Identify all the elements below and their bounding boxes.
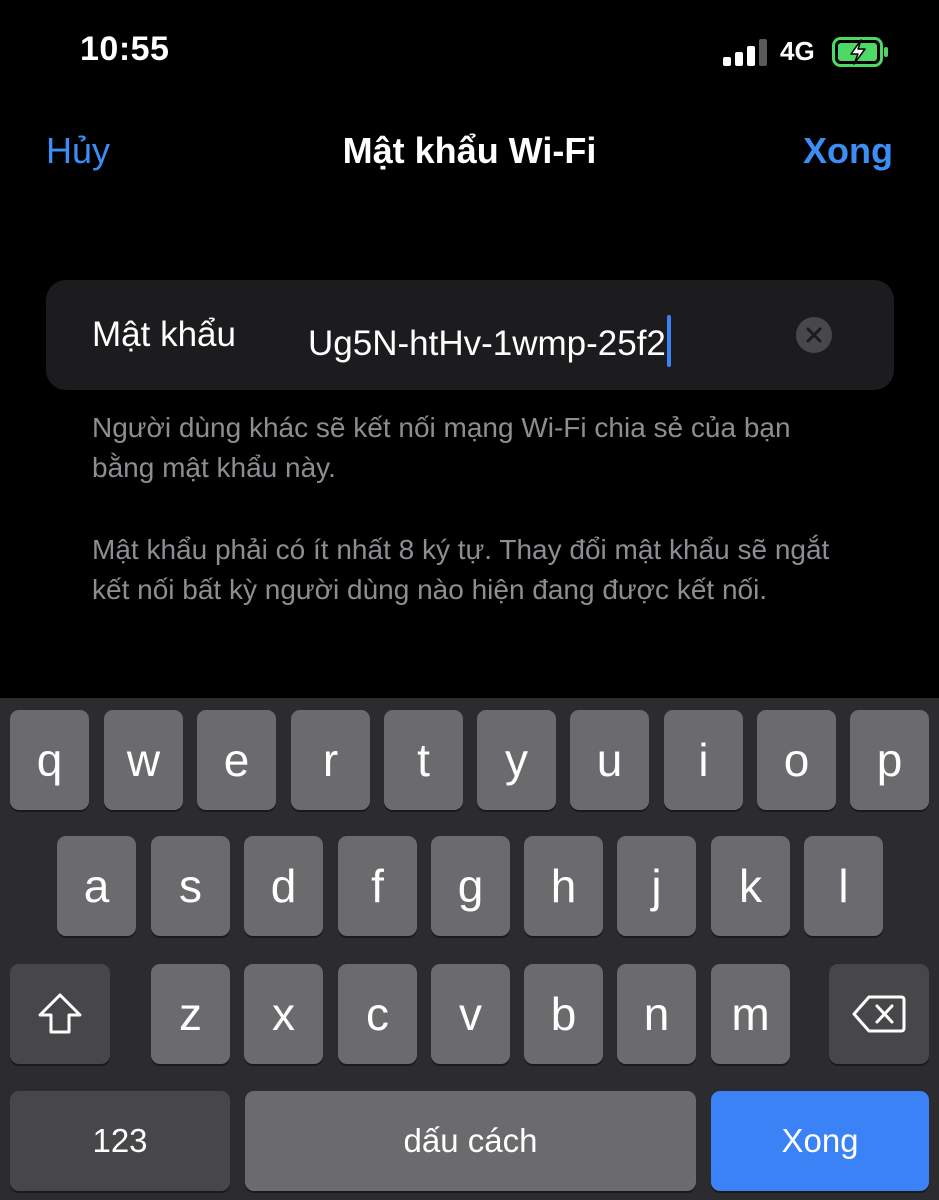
password-field-card: Mật khẩu Ug5N-htHv-1wmp-25f2 — [46, 280, 894, 390]
key-z[interactable]: z — [151, 964, 230, 1064]
done-button[interactable]: Xong — [803, 130, 893, 172]
key-d[interactable]: d — [244, 836, 323, 936]
key-w[interactable]: w — [104, 710, 183, 810]
network-type: 4G — [780, 36, 815, 66]
key-g[interactable]: g — [431, 836, 510, 936]
key-o[interactable]: o — [757, 710, 836, 810]
shift-key[interactable] — [10, 964, 110, 1064]
key-k[interactable]: k — [711, 836, 790, 936]
keyboard: q w e r t y u i o p a s d f g h j k l z … — [0, 698, 939, 1200]
done-key[interactable]: Xong — [711, 1091, 929, 1191]
key-j[interactable]: j — [617, 836, 696, 936]
key-p[interactable]: p — [850, 710, 929, 810]
clear-icon — [806, 327, 822, 343]
page-title: Mật khẩu Wi-Fi — [342, 130, 597, 171]
key-q[interactable]: q — [10, 710, 89, 810]
password-input[interactable]: Ug5N-htHv-1wmp-25f2 — [308, 315, 671, 367]
shift-icon — [38, 993, 82, 1034]
space-key[interactable]: dấu cách — [245, 1091, 696, 1191]
status-time: 10:55 — [80, 30, 170, 68]
key-h[interactable]: h — [524, 836, 603, 936]
sharing-note: Người dùng khác sẽ kết nối mạng Wi-Fi ch… — [92, 412, 791, 483]
backspace-key[interactable] — [829, 964, 929, 1064]
key-u[interactable]: u — [570, 710, 649, 810]
key-i[interactable]: i — [664, 710, 743, 810]
requirement-note: Mật khẩu phải có ít nhất 8 ký tự. Thay đ… — [92, 534, 830, 605]
key-c[interactable]: c — [338, 964, 417, 1064]
text-caret — [666, 315, 671, 367]
signal-icon — [723, 38, 769, 66]
key-x[interactable]: x — [244, 964, 323, 1064]
key-f[interactable]: f — [338, 836, 417, 936]
password-label: Mật khẩu — [92, 315, 236, 354]
status-bar: 10:55 4G — [0, 0, 939, 100]
password-value: Ug5N-htHv-1wmp-25f2 — [308, 324, 666, 363]
backspace-icon — [852, 995, 906, 1033]
clear-button[interactable] — [796, 317, 832, 353]
key-s[interactable]: s — [151, 836, 230, 936]
navigation-bar: Hủy Mật khẩu Wi-Fi Xong — [0, 120, 939, 184]
battery-charging-icon — [832, 37, 888, 67]
key-a[interactable]: a — [57, 836, 136, 936]
key-b[interactable]: b — [524, 964, 603, 1064]
key-y[interactable]: y — [477, 710, 556, 810]
key-t[interactable]: t — [384, 710, 463, 810]
key-m[interactable]: m — [711, 964, 790, 1064]
key-l[interactable]: l — [804, 836, 883, 936]
key-e[interactable]: e — [197, 710, 276, 810]
key-n[interactable]: n — [617, 964, 696, 1064]
key-v[interactable]: v — [431, 964, 510, 1064]
key-r[interactable]: r — [291, 710, 370, 810]
numbers-key[interactable]: 123 — [10, 1091, 230, 1191]
